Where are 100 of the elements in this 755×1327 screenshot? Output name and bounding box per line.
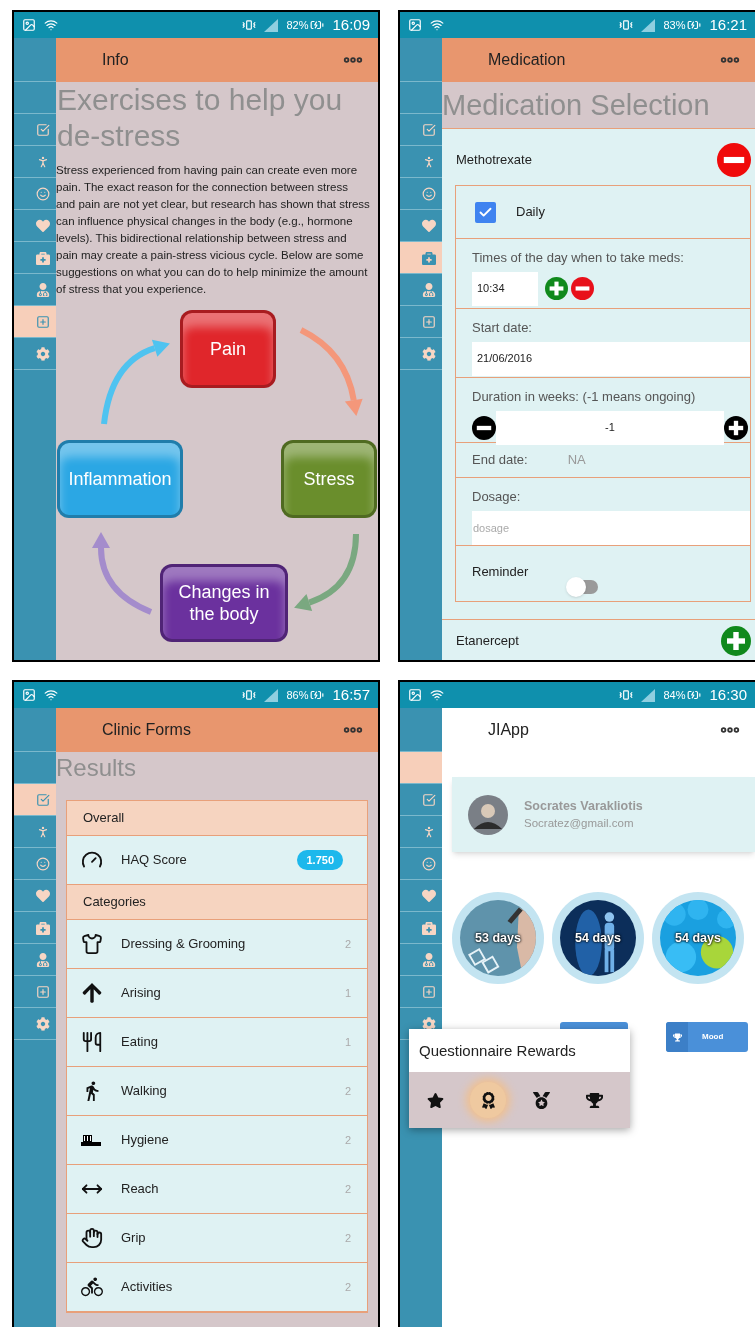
gallery-icon <box>408 688 422 702</box>
add-button[interactable] <box>545 277 568 300</box>
profile-name: Socrates Varakliotis <box>524 797 643 815</box>
checklist-icon <box>422 792 436 807</box>
signal-icon <box>641 688 656 702</box>
medication-name: Etanercept <box>456 632 519 651</box>
list-item[interactable]: Dressing & Grooming 2 <box>67 920 367 969</box>
score-badge: 1.750 <box>297 849 343 871</box>
clock-time: 16:57 <box>332 684 370 705</box>
checkbox-label: Daily <box>516 203 545 222</box>
medkit-icon <box>36 920 50 935</box>
heart-icon <box>422 218 436 233</box>
item-count: 1 <box>344 1034 351 1050</box>
clock-time: 16:30 <box>709 684 747 705</box>
gallery-icon <box>22 18 36 32</box>
checklist-icon <box>422 122 436 137</box>
smiley-icon <box>422 186 436 201</box>
settings-icon <box>36 1016 50 1031</box>
item-label: Arising <box>121 984 162 1003</box>
battery-percent: 83% <box>663 17 686 33</box>
medication-name: Methotrexate <box>456 151 532 170</box>
toggle-switch[interactable] <box>566 577 600 597</box>
item-label: Eating <box>121 1033 159 1052</box>
clock-time: 16:09 <box>332 14 370 35</box>
battery-icon <box>310 18 325 32</box>
item-count: 2 <box>344 1132 351 1148</box>
medkit-icon <box>36 250 50 265</box>
utensils-icon <box>81 1031 103 1053</box>
field-label: End date: <box>472 451 528 470</box>
gallery-icon <box>408 18 422 32</box>
header-title: Medication <box>488 50 566 70</box>
signal-icon <box>264 688 279 702</box>
item-count: 1 <box>344 985 351 1001</box>
sidebar-item[interactable] <box>400 242 442 274</box>
smiley-icon <box>422 856 436 871</box>
page-title: Results <box>56 753 138 783</box>
add-button[interactable] <box>721 626 751 656</box>
list-item[interactable]: Reach 2 <box>67 1165 367 1214</box>
diagram-node: Inflammation <box>57 440 183 518</box>
list-item[interactable]: Activities 2 <box>67 1263 367 1312</box>
checkbox[interactable] <box>475 201 496 223</box>
item-label: HAQ Score <box>121 851 188 870</box>
checklist-icon <box>36 122 50 137</box>
medkit-icon <box>422 250 436 265</box>
wifi-icon <box>430 18 444 32</box>
list-item[interactable]: Arising 1 <box>67 969 367 1018</box>
header-title: Clinic Forms <box>102 720 191 740</box>
decrease-button[interactable] <box>472 415 496 440</box>
time-field[interactable]: 10:34 <box>472 271 538 306</box>
field-label: Dosage: <box>472 488 522 506</box>
page-title: Medication Selection <box>442 88 710 123</box>
sidebar-item[interactable] <box>400 752 442 784</box>
award-icon <box>479 1091 497 1109</box>
item-label: Hygiene <box>121 1131 170 1150</box>
plus-square-icon <box>422 314 436 329</box>
gallery-icon <box>22 688 36 702</box>
body-text: Stress experienced from having pain can create even more pain. The exact reason for the connection between stress and pain are not yet clear, but research has shown that stress can influence physical changes in the body (e.g., hormone levels). This bidirectional relationship between stress and pain may create a pain-stress vicious cycle. Below are some suggestions on what you can do to help minimize the amount of stress that you experience. <box>56 163 371 297</box>
list-item[interactable]: Walking 2 <box>67 1067 367 1116</box>
doctor-icon <box>422 952 436 967</box>
star-icon <box>426 1091 444 1109</box>
item-label: Dressing & Grooming <box>121 935 247 954</box>
sidebar-item[interactable] <box>14 784 56 816</box>
list-item[interactable]: HAQ Score 1.750 <box>67 836 367 885</box>
medkit-icon <box>422 920 436 935</box>
field-label: Reminder <box>472 563 530 581</box>
item-count: 2 <box>344 1230 351 1246</box>
field-label: Times of the day when to take meds: <box>472 249 685 267</box>
signal-icon <box>641 18 656 32</box>
section-header: Categories <box>67 885 367 920</box>
battery-percent: 84% <box>663 687 686 703</box>
checklist-icon <box>36 792 50 807</box>
shirt-icon <box>81 933 103 955</box>
avatar <box>468 794 508 835</box>
vibrate-icon <box>242 688 257 702</box>
wifi-icon <box>44 688 58 702</box>
dosage-field[interactable]: dosage <box>472 510 750 545</box>
list-item[interactable]: Hygiene 2 <box>67 1116 367 1165</box>
sidebar-item[interactable] <box>14 306 56 338</box>
clock-time: 16:21 <box>709 14 747 35</box>
list-item[interactable]: Eating 1 <box>67 1018 367 1067</box>
medal-icon <box>532 1091 550 1109</box>
item-count: 2 <box>344 1181 351 1197</box>
vibrate-icon <box>242 18 257 32</box>
popup-title: Questionnaire Rewards <box>419 1042 576 1060</box>
item-label: Reach <box>121 1180 160 1199</box>
remove-button[interactable] <box>571 277 594 300</box>
settings-icon <box>422 346 436 361</box>
person-icon <box>36 824 50 839</box>
end-date-value: NA <box>567 451 586 470</box>
increase-button[interactable] <box>724 415 748 440</box>
remove-button[interactable] <box>717 143 751 177</box>
diagram-node: Pain <box>180 310 276 388</box>
date-field[interactable]: 21/06/2016 <box>472 341 750 376</box>
list-item[interactable]: Grip 2 <box>67 1214 367 1263</box>
item-count: 2 <box>344 1279 351 1295</box>
duration-field[interactable]: -1 <box>496 410 724 445</box>
trophy-icon <box>585 1091 603 1109</box>
streak-badge[interactable]: 54 days <box>552 892 644 984</box>
battery-percent: 86% <box>286 687 309 703</box>
reward-button[interactable] <box>470 1082 506 1118</box>
